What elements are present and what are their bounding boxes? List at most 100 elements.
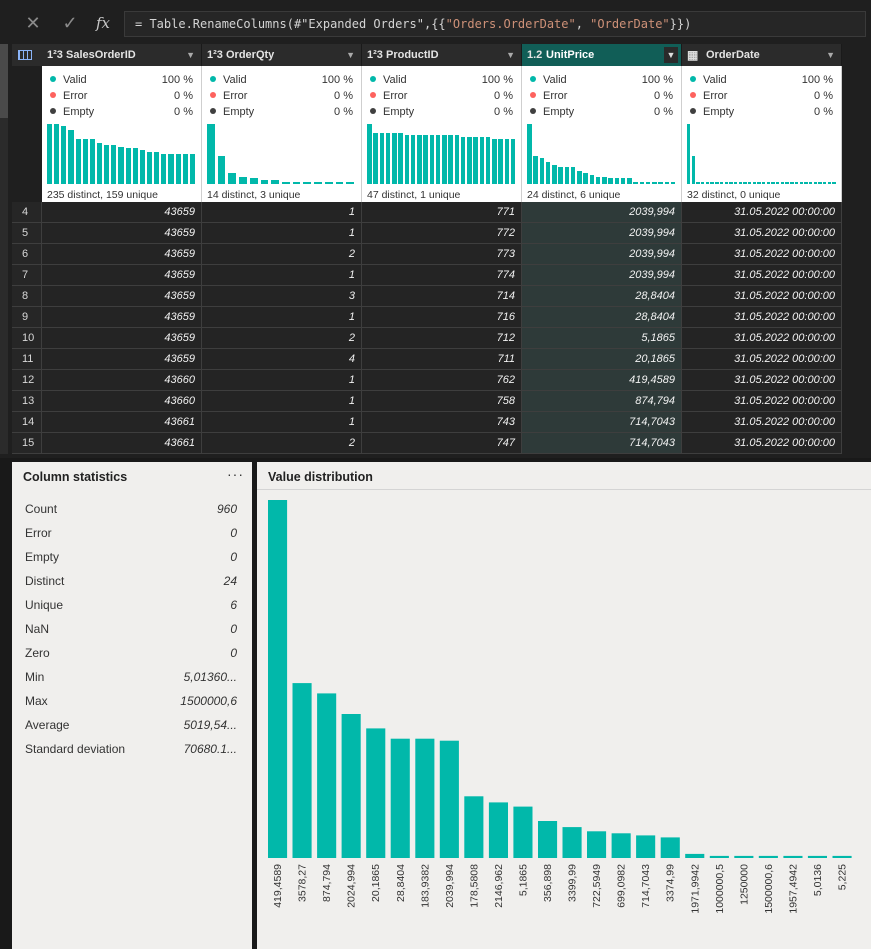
fx-icon[interactable]: fx (90, 10, 116, 36)
table-cell-orderqty[interactable]: 2 (202, 433, 362, 454)
table-cell-salesorderid[interactable]: 43659 (42, 223, 202, 244)
mini-histogram-bar[interactable] (691, 155, 696, 184)
distribution-bar[interactable] (562, 827, 582, 858)
mini-histogram-bar[interactable] (479, 137, 484, 184)
mini-histogram-bar[interactable] (738, 182, 742, 184)
table-cell-orderqty[interactable]: 2 (202, 244, 362, 265)
mini-histogram-bar[interactable] (670, 182, 676, 184)
column-filter-dropdown-icon[interactable]: ▼ (506, 44, 515, 66)
mini-histogram-bar[interactable] (715, 182, 719, 184)
table-cell-productid[interactable]: 747 (362, 433, 522, 454)
mini-histogram-bar[interactable] (583, 172, 588, 184)
mini-histogram-bar[interactable] (804, 182, 808, 184)
table-cell-salesorderid[interactable]: 43659 (42, 307, 202, 328)
mini-histogram-bar[interactable] (766, 182, 771, 184)
table-cell-salesorderid[interactable]: 43659 (42, 244, 202, 265)
table-cell-orderdate[interactable]: 31.05.2022 00:00:00 (682, 307, 842, 328)
distribution-bar[interactable] (513, 806, 533, 858)
mini-histogram-bar[interactable] (271, 180, 279, 184)
table-cell-orderqty[interactable]: 1 (202, 202, 362, 223)
mini-histogram-bar[interactable] (346, 182, 354, 184)
mini-histogram-bar[interactable] (608, 178, 613, 184)
table-cell-productid[interactable]: 758 (362, 391, 522, 412)
table-cell-unitprice[interactable]: 714,7043 (522, 412, 682, 433)
mini-histogram-bar[interactable] (61, 125, 67, 184)
column-header-orderqty[interactable]: 1²3 OrderQty ▼ (202, 44, 362, 66)
row-number[interactable]: 14 (12, 412, 42, 433)
mini-histogram-bar[interactable] (664, 182, 669, 184)
table-menu-button[interactable] (12, 44, 42, 66)
mini-histogram-bar[interactable] (687, 124, 691, 184)
mini-histogram-bar[interactable] (454, 135, 459, 184)
mini-histogram-bar[interactable] (545, 161, 551, 184)
table-cell-orderqty[interactable]: 3 (202, 286, 362, 307)
mini-histogram-bar[interactable] (701, 182, 705, 184)
mini-histogram-bar[interactable] (182, 154, 188, 184)
mini-histogram-bar[interactable] (485, 137, 491, 184)
mini-histogram-bar[interactable] (602, 176, 607, 184)
mini-histogram-bar[interactable] (492, 139, 497, 184)
mini-histogram-bar[interactable] (47, 124, 53, 184)
date-time-type-icon[interactable]: ▦ (687, 44, 698, 66)
mini-histogram-bar[interactable] (498, 139, 503, 184)
mini-histogram-bar[interactable] (379, 133, 384, 184)
mini-histogram-bar[interactable] (417, 135, 422, 184)
table-cell-salesorderid[interactable]: 43660 (42, 370, 202, 391)
mini-histogram-bar[interactable] (743, 182, 747, 184)
mini-histogram-bar[interactable] (808, 182, 813, 184)
whole-number-type-icon[interactable]: 1²3 (47, 44, 63, 66)
column-filter-dropdown-icon[interactable]: ▼ (664, 47, 678, 63)
table-cell-orderdate[interactable]: 31.05.2022 00:00:00 (682, 265, 842, 286)
mini-histogram-bar[interactable] (82, 139, 88, 184)
column-header-unitprice[interactable]: 1.2 UnitPrice ▼ (522, 44, 682, 66)
table-cell-salesorderid[interactable]: 43659 (42, 349, 202, 370)
mini-histogram-bar[interactable] (504, 139, 509, 184)
mini-histogram-bar[interactable] (614, 178, 619, 184)
table-cell-orderqty[interactable]: 1 (202, 307, 362, 328)
mini-histogram-bar[interactable] (118, 146, 124, 184)
row-number[interactable]: 15 (12, 433, 42, 454)
row-number[interactable]: 11 (12, 349, 42, 370)
table-cell-productid[interactable]: 771 (362, 202, 522, 223)
table-cell-orderdate[interactable]: 31.05.2022 00:00:00 (682, 286, 842, 307)
mini-histogram-bar[interactable] (89, 139, 95, 184)
mini-histogram-bar[interactable] (68, 129, 74, 184)
mini-histogram-bar[interactable] (189, 154, 195, 184)
mini-histogram-bar[interactable] (54, 124, 60, 184)
distribution-bar[interactable] (636, 835, 656, 858)
mini-histogram-bar[interactable] (125, 148, 131, 184)
table-cell-salesorderid[interactable]: 43659 (42, 202, 202, 223)
table-cell-salesorderid[interactable]: 43660 (42, 391, 202, 412)
mini-histogram-bar[interactable] (410, 135, 416, 184)
table-cell-productid[interactable]: 712 (362, 328, 522, 349)
mini-histogram-bar[interactable] (589, 174, 594, 184)
mini-histogram-bar[interactable] (799, 182, 803, 184)
mini-histogram-bar[interactable] (282, 182, 290, 184)
row-number[interactable]: 4 (12, 202, 42, 223)
row-number[interactable]: 5 (12, 223, 42, 244)
mini-histogram-bar[interactable] (719, 182, 724, 184)
row-number[interactable]: 12 (12, 370, 42, 391)
table-cell-unitprice[interactable]: 28,8404 (522, 286, 682, 307)
row-number[interactable]: 6 (12, 244, 42, 265)
mini-histogram-bar[interactable] (645, 182, 651, 184)
table-cell-orderqty[interactable]: 4 (202, 349, 362, 370)
mini-histogram-bar[interactable] (577, 170, 582, 184)
table-cell-orderqty[interactable]: 1 (202, 265, 362, 286)
mini-histogram-bar[interactable] (595, 176, 601, 184)
mini-histogram-bar[interactable] (570, 167, 576, 184)
mini-histogram-bar[interactable] (771, 182, 775, 184)
mini-histogram-bar[interactable] (217, 155, 226, 184)
table-cell-orderdate[interactable]: 31.05.2022 00:00:00 (682, 328, 842, 349)
mini-histogram-bar[interactable] (373, 133, 378, 184)
mini-histogram-bar[interactable] (790, 182, 794, 184)
mini-histogram-bar[interactable] (367, 124, 372, 184)
table-cell-unitprice[interactable]: 2039,994 (522, 244, 682, 265)
distribution-bar[interactable] (538, 821, 558, 858)
mini-histogram-bar[interactable] (710, 182, 714, 184)
mini-histogram-bar[interactable] (762, 182, 766, 184)
table-cell-unitprice[interactable]: 28,8404 (522, 307, 682, 328)
mini-histogram-bar[interactable] (249, 178, 258, 184)
mini-histogram-bar[interactable] (207, 124, 215, 184)
mini-histogram-bar[interactable] (533, 155, 538, 184)
